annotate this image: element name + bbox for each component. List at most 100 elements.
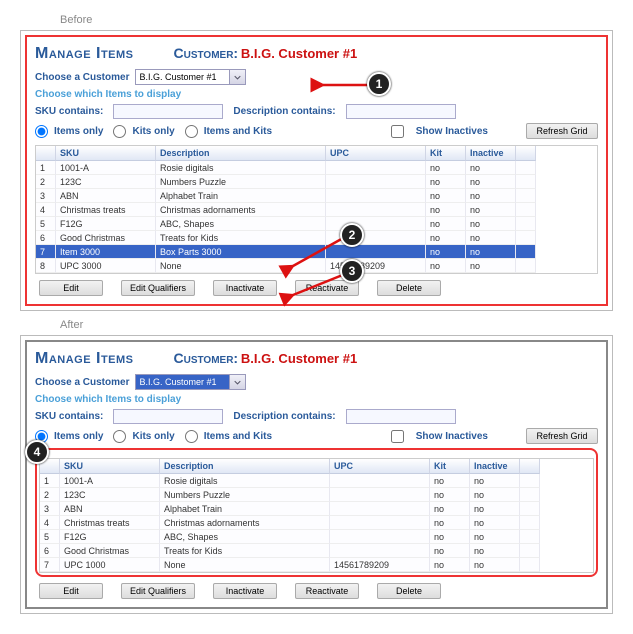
customer-label: Customer:: [174, 350, 239, 366]
cell-kit: no: [426, 259, 466, 273]
col-inactive[interactable]: Inactive: [470, 459, 520, 474]
edit-button[interactable]: Edit: [39, 280, 103, 296]
cell-desc: Rosie digitals: [160, 474, 330, 488]
refresh-grid-button[interactable]: Refresh Grid: [526, 123, 598, 139]
customer-combo[interactable]: [135, 69, 246, 85]
cell-desc: Numbers Puzzle: [156, 175, 326, 189]
table-row[interactable]: 6Good ChristmasTreats for Kidsnono: [36, 231, 597, 245]
refresh-grid-button[interactable]: Refresh Grid: [526, 428, 598, 444]
cell-upc: [330, 516, 430, 530]
cell-tail: [516, 231, 536, 245]
table-row[interactable]: 7UPC 1000None14561789209nono: [40, 558, 593, 572]
reactivate-button[interactable]: Reactivate: [295, 583, 359, 599]
cell-inactive: no: [466, 175, 516, 189]
table-row[interactable]: 2123CNumbers Puzzlenono: [40, 488, 593, 502]
cell-tail: [516, 245, 536, 259]
cell-sku: 1001-A: [60, 474, 160, 488]
cell-n: 3: [40, 502, 60, 516]
desc-contains-input[interactable]: [346, 104, 456, 119]
table-row[interactable]: 5F12GABC, Shapesnono: [36, 217, 597, 231]
table-row[interactable]: 4Christmas treatsChristmas adornamentsno…: [40, 516, 593, 530]
delete-button[interactable]: Delete: [377, 583, 441, 599]
inactivate-button[interactable]: Inactivate: [213, 280, 277, 296]
header: Manage Items Customer: B.I.G. Customer #…: [35, 45, 598, 63]
cell-kit: no: [426, 175, 466, 189]
grid-header: SKU Description UPC Kit Inactive: [40, 459, 593, 474]
col-sku[interactable]: SKU: [60, 459, 160, 474]
desc-contains-input[interactable]: [346, 409, 456, 424]
col-upc[interactable]: UPC: [330, 459, 430, 474]
delete-button[interactable]: Delete: [377, 280, 441, 296]
col-sku[interactable]: SKU: [56, 146, 156, 161]
cell-tail: [520, 474, 540, 488]
cell-n: 6: [40, 544, 60, 558]
cell-tail: [516, 189, 536, 203]
cell-sku: UPC 3000: [56, 259, 156, 273]
sku-contains-input[interactable]: [113, 104, 223, 119]
col-kit[interactable]: Kit: [430, 459, 470, 474]
customer-combo-input[interactable]: [135, 69, 230, 85]
cell-inactive: no: [466, 231, 516, 245]
inactivate-button[interactable]: Inactivate: [213, 583, 277, 599]
customer-combo-button[interactable]: [230, 374, 246, 390]
items-and-kits-label: Items and Kits: [204, 431, 272, 442]
cell-n: 2: [40, 488, 60, 502]
table-row[interactable]: 6Good ChristmasTreats for Kidsnono: [40, 544, 593, 558]
cell-sku: Christmas treats: [60, 516, 160, 530]
table-row[interactable]: 3ABNAlphabet Trainnono: [40, 502, 593, 516]
cell-tail: [520, 530, 540, 544]
customer-combo-button[interactable]: [230, 69, 246, 85]
table-row[interactable]: 8UPC 3000None14561789209nono: [36, 259, 597, 273]
items-and-kits-radio[interactable]: [185, 430, 198, 443]
cell-kit: no: [426, 161, 466, 175]
table-row[interactable]: 7Item 3000Box Parts 3000nono: [36, 245, 597, 259]
items-grid[interactable]: SKU Description UPC Kit Inactive 11001-A…: [39, 458, 594, 573]
cell-desc: Alphabet Train: [156, 189, 326, 203]
cell-tail: [520, 558, 540, 572]
col-inactive[interactable]: Inactive: [466, 146, 516, 161]
table-row[interactable]: 11001-ARosie digitalsnono: [36, 161, 597, 175]
col-kit[interactable]: Kit: [426, 146, 466, 161]
cell-inactive: no: [470, 474, 520, 488]
cell-n: 5: [36, 217, 56, 231]
cell-kit: no: [426, 203, 466, 217]
col-description[interactable]: Description: [156, 146, 326, 161]
callout-4: 4: [25, 440, 49, 464]
cell-kit: no: [426, 189, 466, 203]
table-row[interactable]: 3ABNAlphabet Trainnono: [36, 189, 597, 203]
sku-contains-input[interactable]: [113, 409, 223, 424]
cell-sku: 123C: [56, 175, 156, 189]
table-row[interactable]: 11001-ARosie digitalsnono: [40, 474, 593, 488]
customer-combo[interactable]: [135, 374, 246, 390]
cell-tail: [516, 161, 536, 175]
cell-n: 1: [36, 161, 56, 175]
table-row[interactable]: 2123CNumbers Puzzlenono: [36, 175, 597, 189]
items-and-kits-label: Items and Kits: [204, 126, 272, 137]
edit-button[interactable]: Edit: [39, 583, 103, 599]
items-only-label: Items only: [54, 431, 103, 442]
cell-desc: Alphabet Train: [160, 502, 330, 516]
edit-qualifiers-button[interactable]: Edit Qualifiers: [121, 280, 195, 296]
cell-desc: Christmas adornaments: [160, 516, 330, 530]
kits-only-radio[interactable]: [113, 125, 126, 138]
items-only-radio[interactable]: [35, 125, 48, 138]
cell-upc: [330, 502, 430, 516]
col-description[interactable]: Description: [160, 459, 330, 474]
page-title: Manage Items: [35, 350, 134, 368]
cell-desc: ABC, Shapes: [156, 217, 326, 231]
chevron-down-icon: [234, 380, 241, 385]
show-inactives-checkbox[interactable]: [391, 430, 404, 443]
table-row[interactable]: 4Christmas treatsChristmas adornamentsno…: [36, 203, 597, 217]
customer-label: Customer:: [174, 45, 239, 61]
kits-only-radio[interactable]: [113, 430, 126, 443]
col-upc[interactable]: UPC: [326, 146, 426, 161]
customer-value: B.I.G. Customer #1: [241, 351, 357, 366]
items-and-kits-radio[interactable]: [185, 125, 198, 138]
table-row[interactable]: 5F12GABC, Shapesnono: [40, 530, 593, 544]
cell-n: 3: [36, 189, 56, 203]
choose-items-label: Choose which Items to display: [35, 89, 598, 100]
show-inactives-checkbox[interactable]: [391, 125, 404, 138]
edit-qualifiers-button[interactable]: Edit Qualifiers: [121, 583, 195, 599]
customer-combo-input[interactable]: [135, 374, 230, 390]
items-grid[interactable]: SKU Description UPC Kit Inactive 11001-A…: [35, 145, 598, 274]
